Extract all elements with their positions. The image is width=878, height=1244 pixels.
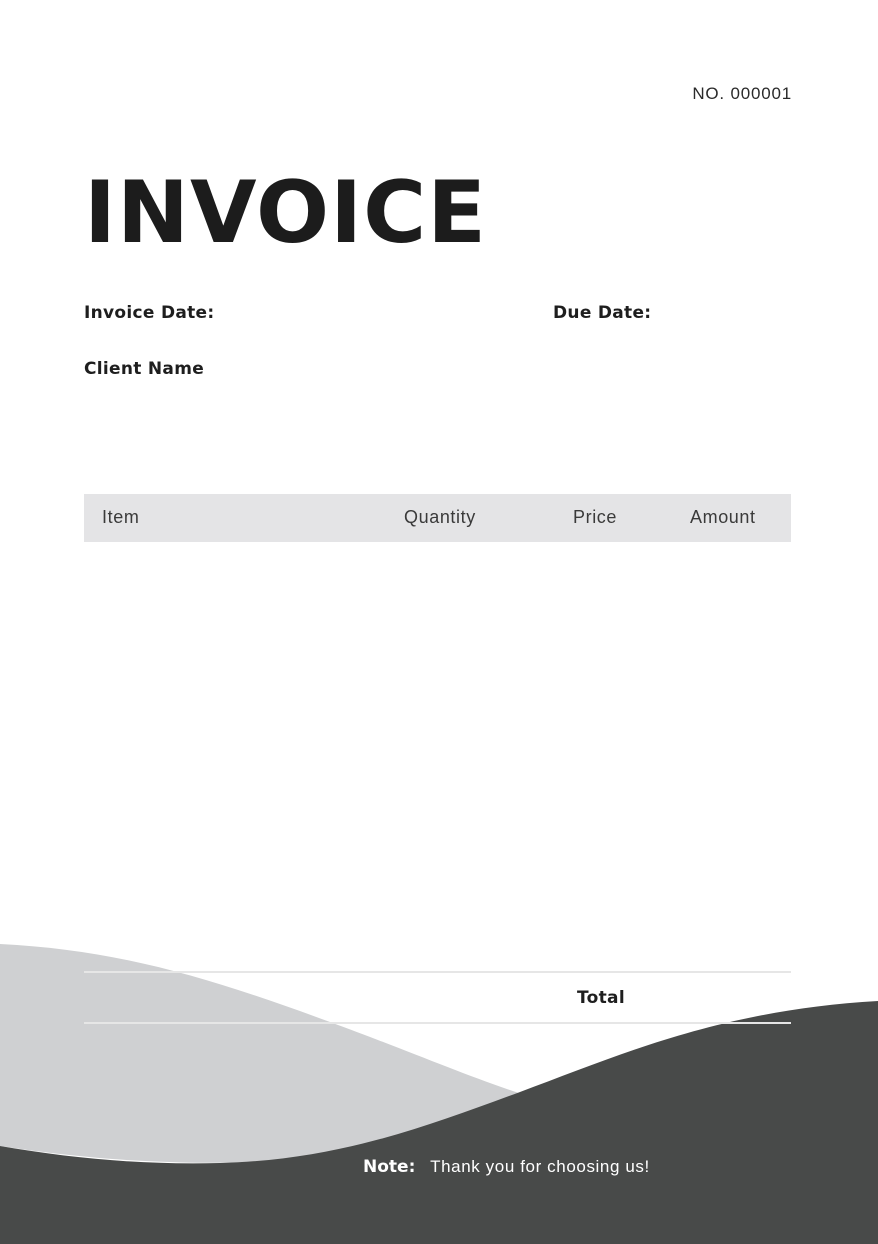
invoice-date-label: Invoice Date: [84,303,215,323]
column-header-quantity: Quantity [404,507,476,527]
items-table-header: Item Quantity Price Amount [84,494,791,542]
invoice-title: INVOICE [84,163,487,263]
total-bottom-divider [84,1022,791,1024]
invoice-number: NO. 000001 [692,84,792,103]
total-top-divider [84,971,791,973]
footer-wave-decoration [0,944,878,1244]
column-header-price: Price [573,507,618,527]
footer-note: Note: Thank you for choosing us! [363,1157,650,1177]
column-header-amount: Amount [690,507,756,527]
note-text: Thank you for choosing us! [430,1157,650,1176]
column-header-item: Item [102,507,140,527]
due-date-label: Due Date: [553,303,652,323]
total-label: Total [577,988,625,1008]
invoice-page: NO. 000001 INVOICE Invoice Date: Due Dat… [0,0,878,1244]
client-name-label: Client Name [84,359,205,379]
note-label: Note: [363,1157,416,1177]
